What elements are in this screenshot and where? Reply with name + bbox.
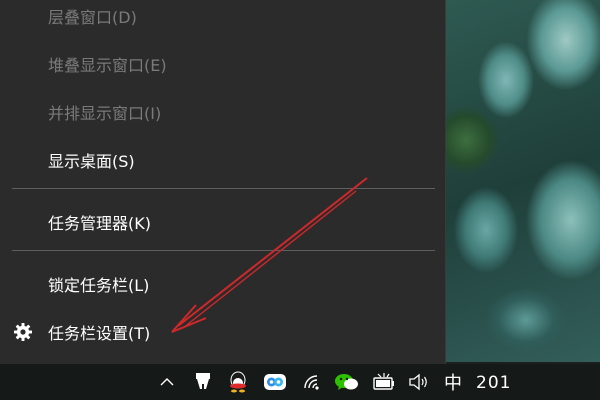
menu-item-label: 任务栏设置(T) — [48, 324, 151, 343]
battery-icon[interactable] — [368, 364, 398, 400]
clock[interactable]: 201 — [476, 373, 511, 393]
wifi-icon[interactable] — [300, 364, 326, 400]
menu-separator — [12, 250, 435, 251]
cloud-app-icon[interactable] — [262, 364, 288, 400]
desktop-screen: 层叠窗口(D) 堆叠显示窗口(E) 并排显示窗口(I) 显示桌面(S) 任务管理… — [0, 0, 600, 400]
menu-item-lock-taskbar[interactable]: 锁定任务栏(L) — [0, 264, 446, 304]
desktop-wallpaper — [446, 0, 600, 362]
menu-item-taskbar-settings[interactable]: 任务栏设置(T) — [0, 312, 446, 352]
menu-item-task-manager[interactable]: 任务管理器(K) — [0, 202, 446, 242]
wechat-icon[interactable] — [332, 364, 362, 400]
pin-icon[interactable] — [192, 364, 214, 400]
menu-item-label: 堆叠显示窗口(E) — [48, 56, 167, 75]
menu-item-cascade-windows[interactable]: 层叠窗口(D) — [0, 0, 446, 36]
menu-item-label: 并排显示窗口(I) — [48, 104, 162, 123]
taskbar-context-menu: 层叠窗口(D) 堆叠显示窗口(E) 并排显示窗口(I) 显示桌面(S) 任务管理… — [0, 0, 446, 364]
qq-penguin-icon[interactable] — [226, 364, 250, 400]
menu-item-side-by-side-windows[interactable]: 并排显示窗口(I) — [0, 92, 446, 132]
input-method-indicator[interactable]: 中 — [440, 364, 466, 400]
menu-item-label: 显示桌面(S) — [48, 152, 135, 171]
menu-item-stack-windows[interactable]: 堆叠显示窗口(E) — [0, 44, 446, 84]
menu-item-show-desktop[interactable]: 显示桌面(S) — [0, 140, 446, 180]
ime-label: 中 — [444, 373, 462, 394]
speaker-icon[interactable] — [406, 364, 432, 400]
gear-icon — [13, 322, 33, 342]
menu-separator — [12, 188, 435, 189]
menu-item-label: 任务管理器(K) — [48, 214, 151, 233]
chevron-up-icon[interactable] — [156, 364, 178, 400]
taskbar: 中 201 — [0, 364, 600, 400]
menu-item-label: 层叠窗口(D) — [48, 8, 137, 27]
menu-item-label: 锁定任务栏(L) — [48, 276, 150, 295]
